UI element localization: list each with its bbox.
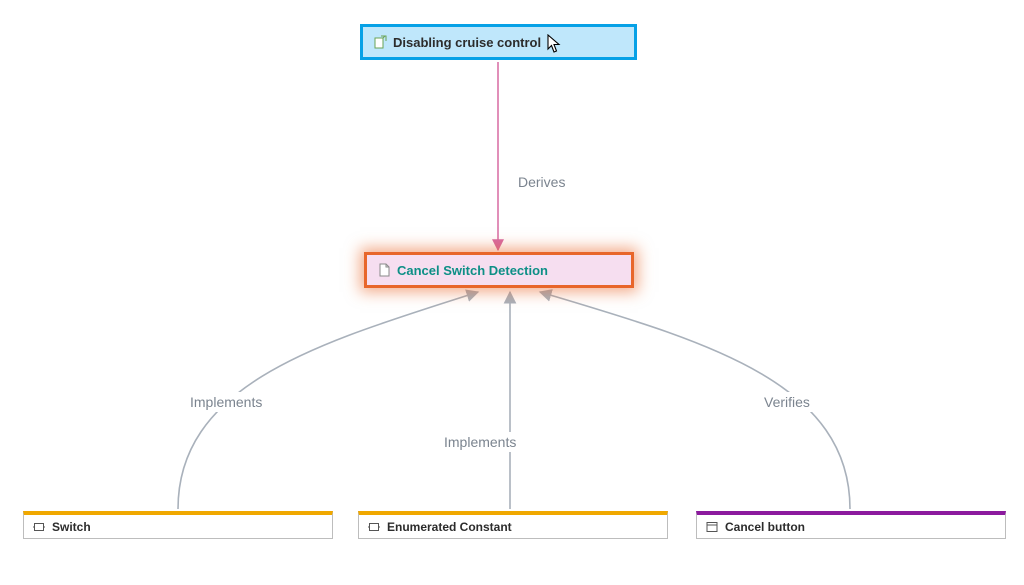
edge-label-derives: Derives (514, 172, 569, 192)
edge-label-implements-1: Implements (186, 392, 266, 412)
node-label: Switch (52, 520, 91, 534)
edges-layer (0, 0, 1024, 585)
node-cancel-button[interactable]: Cancel button (696, 511, 1006, 539)
node-cancel-switch-detection[interactable]: Cancel Switch Detection (364, 252, 634, 288)
edge-label-verifies: Verifies (760, 392, 814, 412)
document-icon (377, 263, 391, 277)
node-disabling-cruise-control[interactable]: Disabling cruise control (360, 24, 637, 60)
node-switch[interactable]: Switch (23, 511, 333, 539)
window-icon (705, 520, 719, 534)
node-label: Cancel button (725, 520, 805, 534)
block-icon (367, 520, 381, 534)
node-label: Disabling cruise control (393, 35, 541, 50)
node-label: Cancel Switch Detection (397, 263, 548, 278)
document-edit-icon (373, 35, 387, 49)
block-icon (32, 520, 46, 534)
edge-label-implements-2: Implements (440, 432, 520, 452)
node-enumerated-constant[interactable]: Enumerated Constant (358, 511, 668, 539)
node-label: Enumerated Constant (387, 520, 512, 534)
